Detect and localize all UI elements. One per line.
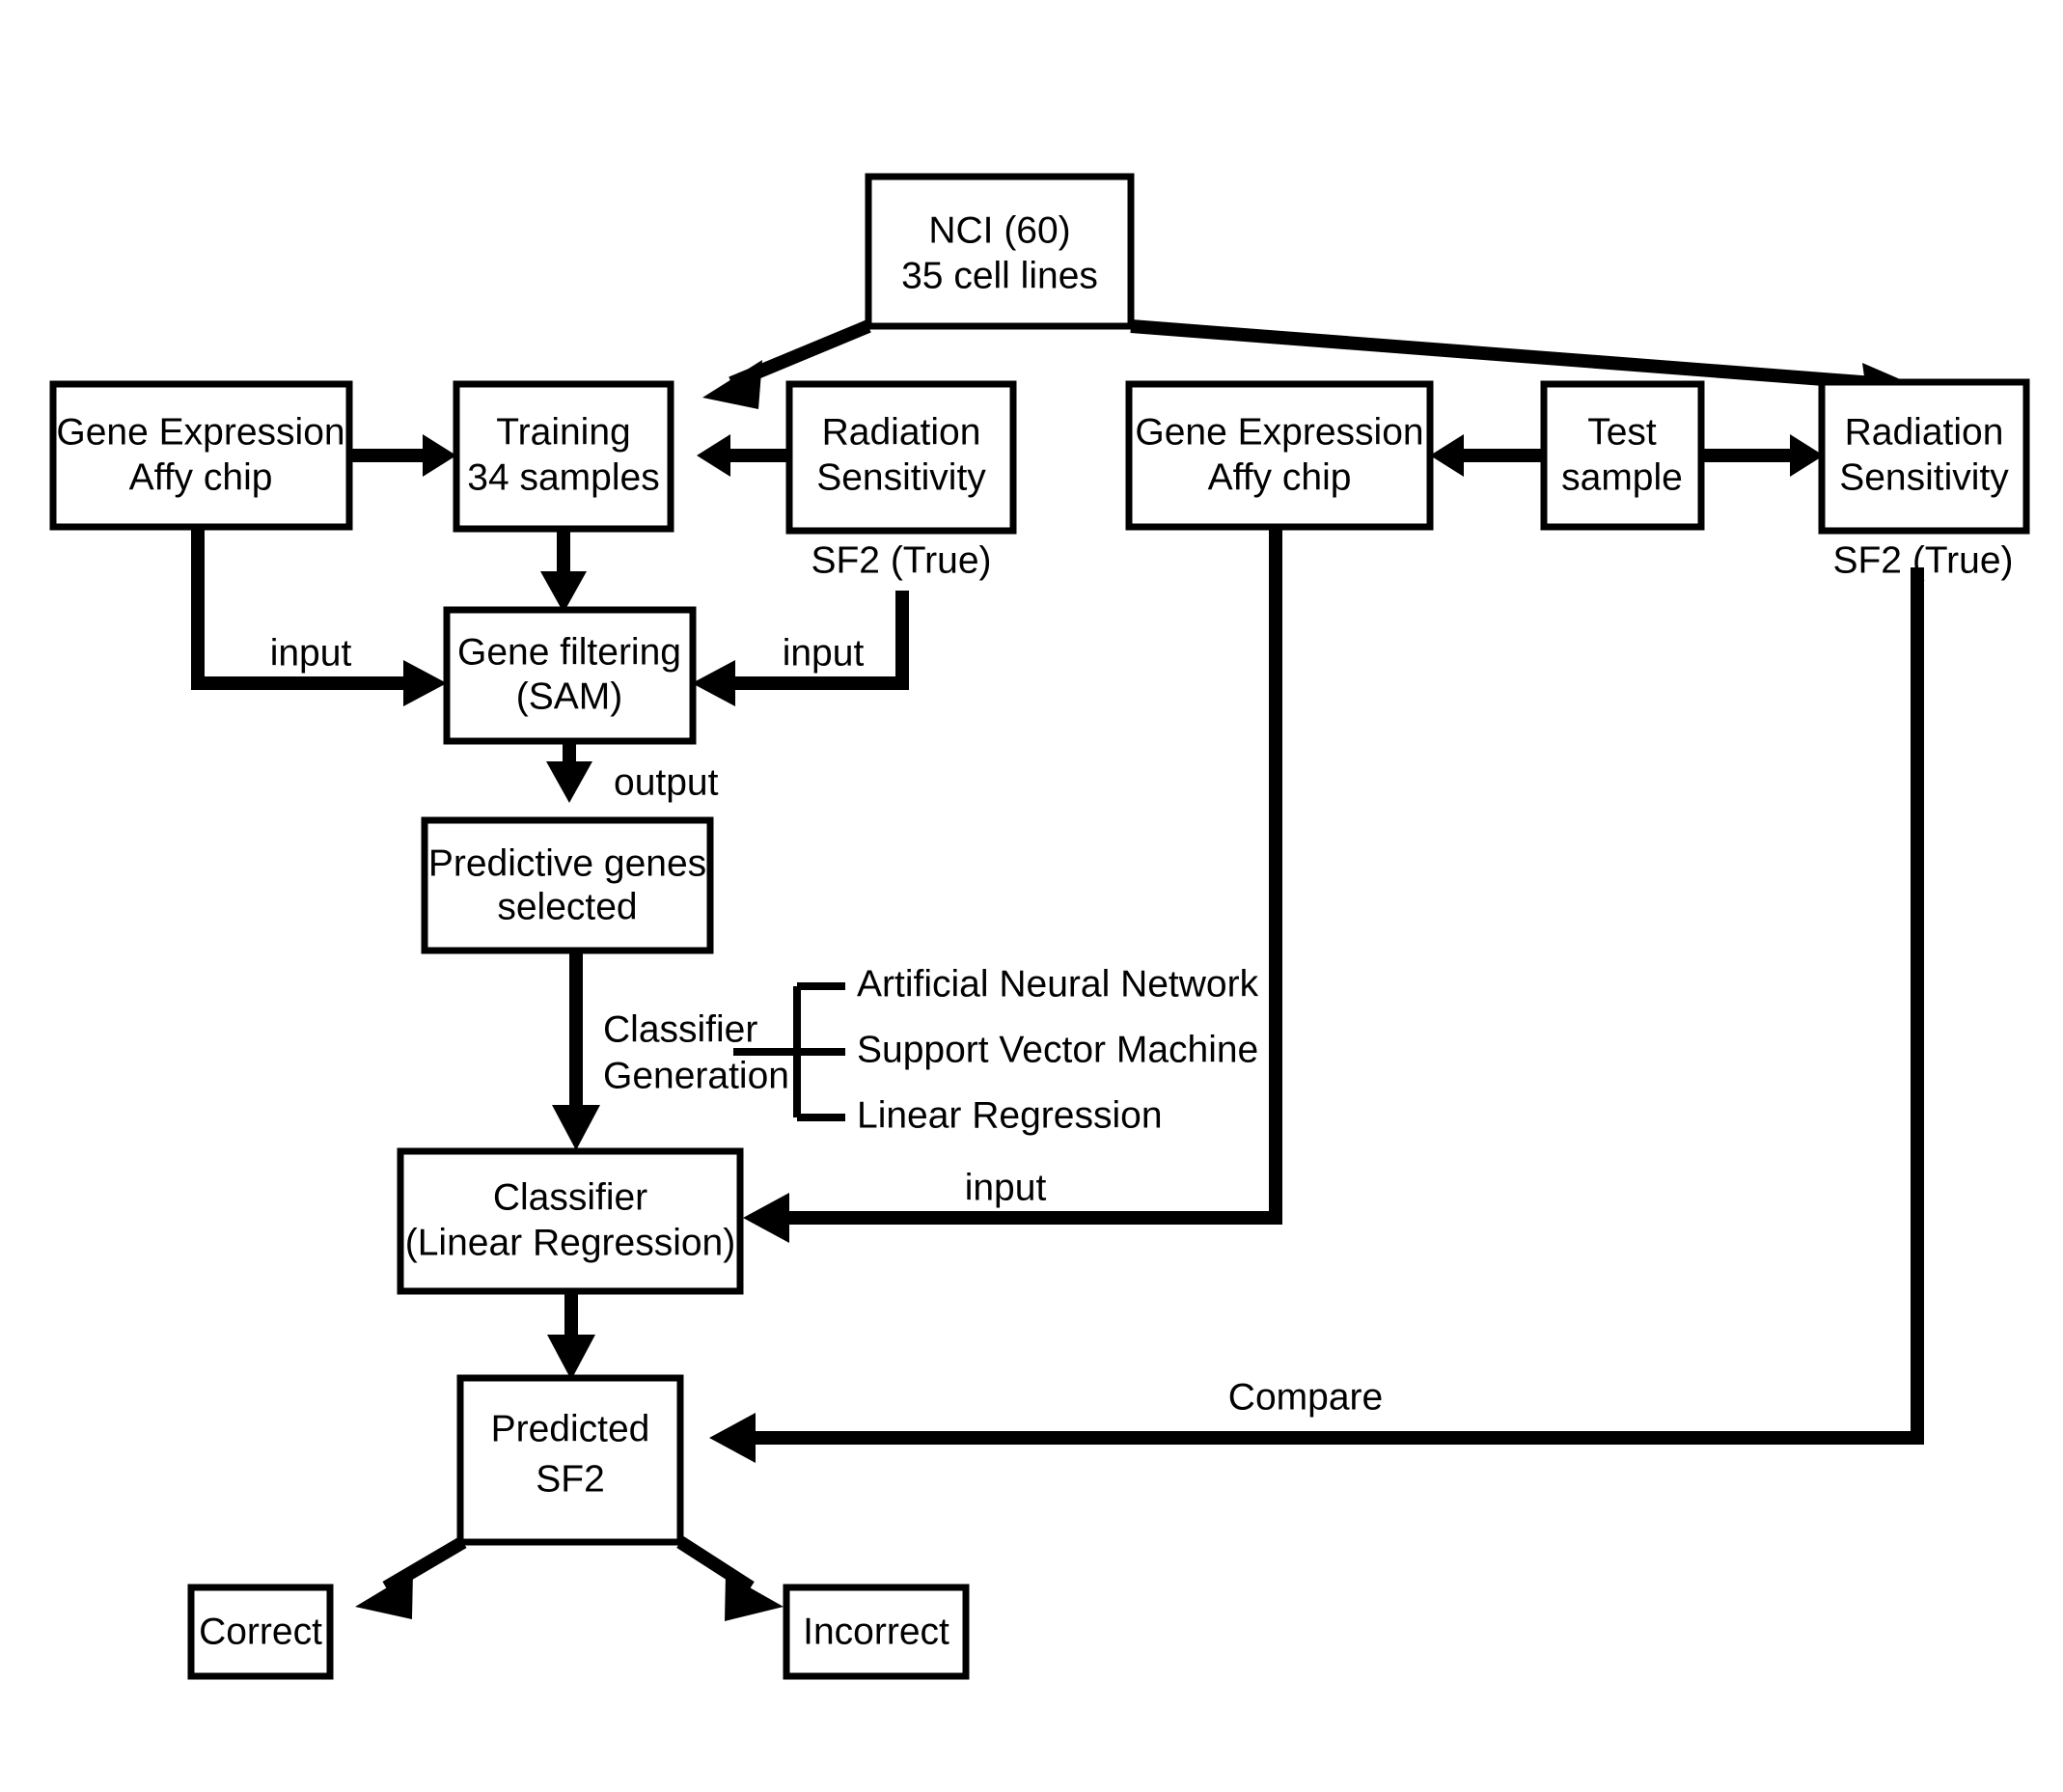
box-nci-line1: NCI (60) — [928, 209, 1070, 251]
connector-classifier-to-predicted — [547, 1291, 595, 1380]
connector-geneexpr-input-elbow — [191, 526, 447, 706]
classifier-generation-bracket — [733, 982, 845, 1121]
box-radiation-test-line1: Radiation — [1845, 411, 2004, 453]
box-classifier-line2: (Linear Regression) — [405, 1222, 736, 1263]
classifier-method-1: Support Vector Machine — [857, 1029, 1258, 1070]
box-predictive-genes-line2: selected — [497, 886, 637, 927]
box-gene-filtering-line2: (SAM) — [516, 675, 623, 717]
box-gene-expression-train-line2: Affy chip — [129, 456, 273, 498]
label-compare: Compare — [1228, 1376, 1383, 1418]
box-predicted-sf2-line2: SF2 — [536, 1458, 605, 1500]
box-radiation-train-line1: Radiation — [822, 411, 981, 453]
box-classifier[interactable]: Classifier (Linear Regression) — [397, 1147, 744, 1295]
connector-testsample-to-radiation — [1701, 434, 1824, 477]
box-training-line1: Training — [496, 411, 630, 453]
label-classifier-generation-line1: Classifier — [603, 1008, 757, 1050]
box-test-sample-line2: sample — [1561, 456, 1683, 498]
label-input-right: input — [783, 632, 865, 674]
connector-predicted-to-correct — [355, 1535, 467, 1619]
box-correct[interactable]: Correct — [187, 1584, 334, 1680]
connector-geneexpr-to-training — [349, 434, 456, 477]
box-correct-label: Correct — [199, 1611, 322, 1652]
label-sf2-true-right: SF2 (True) — [1832, 539, 2013, 581]
box-nci[interactable]: NCI (60) 35 cell lines — [865, 173, 1135, 330]
box-gene-filtering[interactable]: Gene filtering (SAM) — [443, 606, 697, 745]
label-output: output — [614, 761, 719, 803]
box-nci-line2: 35 cell lines — [901, 255, 1098, 296]
classifier-method-0: Artificial Neural Network — [857, 963, 1259, 1005]
connector-genefiltering-to-predictive — [546, 741, 592, 803]
box-gene-expression-test-line2: Affy chip — [1208, 456, 1352, 498]
label-classifier-generation-line2: Generation — [603, 1055, 789, 1096]
label-sf2-true-left: SF2 (True) — [811, 539, 991, 581]
box-radiation-sensitivity-train[interactable]: Radiation Sensitivity — [785, 380, 1017, 535]
box-gene-expression-train[interactable]: Gene Expression Affy chip — [49, 380, 353, 531]
connector-compare — [709, 567, 1924, 1463]
box-radiation-test-line2: Sensitivity — [1839, 456, 2009, 498]
box-predicted-sf2-line1: Predicted — [491, 1408, 650, 1449]
box-training[interactable]: Training 34 samples — [453, 380, 674, 533]
box-radiation-train-line2: Sensitivity — [816, 456, 986, 498]
connector-predictive-to-classifier — [552, 951, 600, 1150]
box-predictive-genes-line1: Predictive genes — [428, 842, 706, 884]
connector-training-to-genefiltering — [540, 529, 587, 613]
box-predictive-genes[interactable]: Predictive genes selected — [421, 816, 714, 954]
box-test-sample-line1: Test — [1587, 411, 1657, 453]
box-test-sample[interactable]: Test sample — [1540, 380, 1705, 531]
box-gene-expression-test[interactable]: Gene Expression Affy chip — [1125, 380, 1434, 531]
box-incorrect-label: Incorrect — [803, 1611, 949, 1652]
box-predicted-sf2[interactable]: Predicted SF2 — [456, 1374, 684, 1546]
box-classifier-line1: Classifier — [493, 1176, 647, 1218]
box-gene-expression-train-line1: Gene Expression — [56, 411, 344, 453]
box-incorrect[interactable]: Incorrect — [783, 1584, 970, 1680]
connector-predicted-to-incorrect — [676, 1536, 784, 1621]
box-training-line2: 34 samples — [467, 456, 659, 498]
label-input-left: input — [270, 632, 352, 674]
classifier-method-2: Linear Regression — [857, 1094, 1163, 1136]
flowchart-canvas: NCI (60) 35 cell lines Gene Expression A… — [0, 0, 2063, 1792]
box-radiation-sensitivity-test[interactable]: Radiation Sensitivity — [1818, 378, 2030, 535]
box-gene-expression-test-line1: Gene Expression — [1135, 411, 1423, 453]
flowchart-svg: NCI (60) 35 cell lines Gene Expression A… — [49, 173, 2030, 1680]
box-gene-filtering-line1: Gene filtering — [457, 631, 681, 673]
label-input-test: input — [965, 1167, 1047, 1208]
